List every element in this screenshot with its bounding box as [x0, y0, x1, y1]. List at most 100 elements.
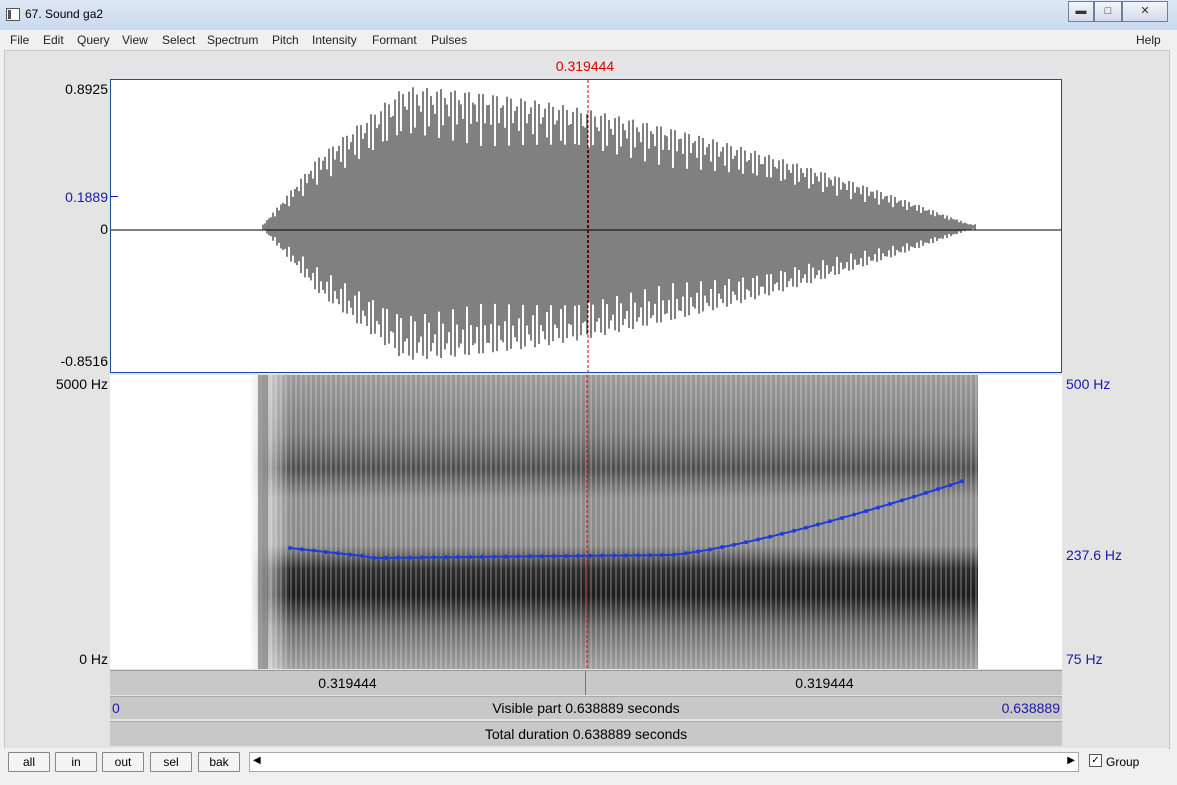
pitch-point	[960, 479, 964, 484]
waveform-panel[interactable]	[110, 79, 1062, 373]
waveform-plot	[111, 80, 1061, 372]
menu-file[interactable]: File	[10, 33, 29, 47]
menu-edit[interactable]: Edit	[43, 33, 64, 47]
zoom-in-button[interactable]: in	[55, 752, 97, 772]
pitch-point	[492, 554, 496, 559]
scroll-right-icon[interactable]: ▶	[1067, 755, 1075, 766]
pitch-point	[528, 554, 532, 559]
pitch-point	[936, 487, 940, 492]
minimize-button[interactable]: ▬	[1068, 1, 1094, 22]
spectrogram-onset	[250, 375, 290, 669]
pitch-point	[696, 549, 700, 554]
spec-y-min: 0 Hz	[79, 651, 108, 667]
pitch-point	[720, 545, 724, 550]
selection-time-bar[interactable]: 0.319444 0.319444	[110, 670, 1062, 695]
visible-end: 0.638889	[1001, 700, 1060, 716]
pitch-point	[300, 547, 304, 552]
wave-y-zero: 0	[100, 221, 108, 237]
pitch-point	[816, 522, 820, 527]
pitch-point	[372, 555, 376, 560]
time-divider	[585, 671, 586, 695]
zoom-all-button[interactable]: all	[8, 752, 50, 772]
zoom-back-button[interactable]: bak	[198, 752, 240, 772]
horizontal-scrollbar[interactable]: ◀ ▶	[249, 752, 1079, 772]
pitch-point	[744, 540, 748, 545]
group-label: Group	[1106, 755, 1140, 769]
spectrogram-panel[interactable]	[110, 375, 1062, 669]
menu-view[interactable]: View	[122, 33, 148, 47]
scroll-left-icon[interactable]: ◀	[253, 755, 261, 766]
pitch-point	[396, 555, 400, 560]
pitch-point	[708, 547, 712, 552]
close-button[interactable]: ✕	[1122, 1, 1168, 22]
pitch-point	[600, 553, 604, 558]
pitch-point	[360, 553, 364, 558]
pitch-point	[432, 555, 436, 560]
waveform-trace	[262, 87, 976, 360]
menu-intensity[interactable]: Intensity	[312, 33, 357, 47]
menu-select[interactable]: Select	[162, 33, 195, 47]
menu-help[interactable]: Help	[1136, 33, 1161, 47]
pitch-point	[672, 552, 676, 557]
menu-formant[interactable]: Formant	[372, 33, 417, 47]
pitch-point	[444, 555, 448, 560]
pitch-point	[516, 554, 520, 559]
zoom-out-button[interactable]: out	[102, 752, 144, 772]
cursor-time-label: 0.319444	[555, 58, 615, 74]
pitch-point	[648, 553, 652, 558]
check-icon: ✓	[1091, 755, 1100, 766]
menu-bar: File Edit Query View Select Spectrum Pit…	[0, 30, 1177, 50]
spectrogram-striations	[250, 375, 978, 669]
pitch-point	[828, 519, 832, 524]
pitch-y-top: 500 Hz	[1066, 376, 1111, 392]
pitch-point	[768, 534, 772, 539]
maximize-icon: □	[1104, 5, 1112, 17]
pitch-point	[588, 553, 592, 558]
pitch-point	[324, 549, 328, 554]
menu-pitch[interactable]: Pitch	[272, 33, 299, 47]
pitch-point	[756, 537, 760, 542]
pitch-point	[612, 553, 616, 558]
pitch-point	[420, 555, 424, 560]
pitch-point	[948, 483, 952, 488]
pitch-point	[468, 555, 472, 559]
pitch-point	[564, 554, 568, 559]
pitch-point	[912, 494, 916, 499]
minimize-icon: ▬	[1075, 5, 1087, 17]
group-checkbox[interactable]: ✓	[1089, 754, 1102, 767]
maximize-button[interactable]: □	[1094, 1, 1122, 22]
menu-query[interactable]: Query	[77, 33, 110, 47]
total-duration-bar[interactable]: Total duration 0.638889 seconds	[110, 721, 1062, 746]
pitch-point	[288, 546, 292, 550]
menu-spectrum[interactable]: Spectrum	[207, 33, 258, 47]
zoom-selection-button[interactable]: sel	[150, 752, 192, 772]
pitch-y-bottom: 75 Hz	[1066, 651, 1103, 667]
spec-y-max: 5000 Hz	[55, 376, 108, 392]
pitch-point	[480, 554, 484, 559]
pitch-point	[504, 554, 508, 559]
pitch-point	[660, 553, 664, 558]
close-icon: ✕	[1140, 5, 1150, 17]
time-right-segment[interactable]: 0.319444	[587, 671, 1062, 695]
pitch-point	[684, 551, 688, 556]
time-left-segment[interactable]: 0.319444	[110, 671, 585, 695]
total-duration-label: Total duration 0.638889 seconds	[484, 726, 688, 742]
pitch-point	[384, 555, 388, 560]
spectrogram-plot	[250, 375, 978, 669]
title-bar: 67. Sound ga2 ▬ □ ✕	[0, 0, 1177, 31]
burst-band	[258, 375, 268, 669]
pitch-point	[336, 551, 340, 556]
menu-pulses[interactable]: Pulses	[431, 33, 467, 47]
wave-y-max: 0.8925	[65, 81, 108, 97]
bottom-toolbar: all in out sel bak ◀ ▶ ✓ Group	[4, 748, 1168, 776]
pitch-point	[852, 512, 856, 517]
pitch-point	[624, 553, 628, 558]
pitch-point	[876, 505, 880, 510]
visible-part-bar[interactable]: 0 Visible part 0.638889 seconds 0.638889	[110, 696, 1062, 719]
app-icon	[6, 8, 20, 21]
pitch-point	[900, 498, 904, 503]
pitch-point	[864, 509, 868, 514]
wave-y-cursor: 0.1889	[65, 189, 108, 205]
pitch-point	[348, 552, 352, 557]
pitch-point	[792, 528, 796, 533]
